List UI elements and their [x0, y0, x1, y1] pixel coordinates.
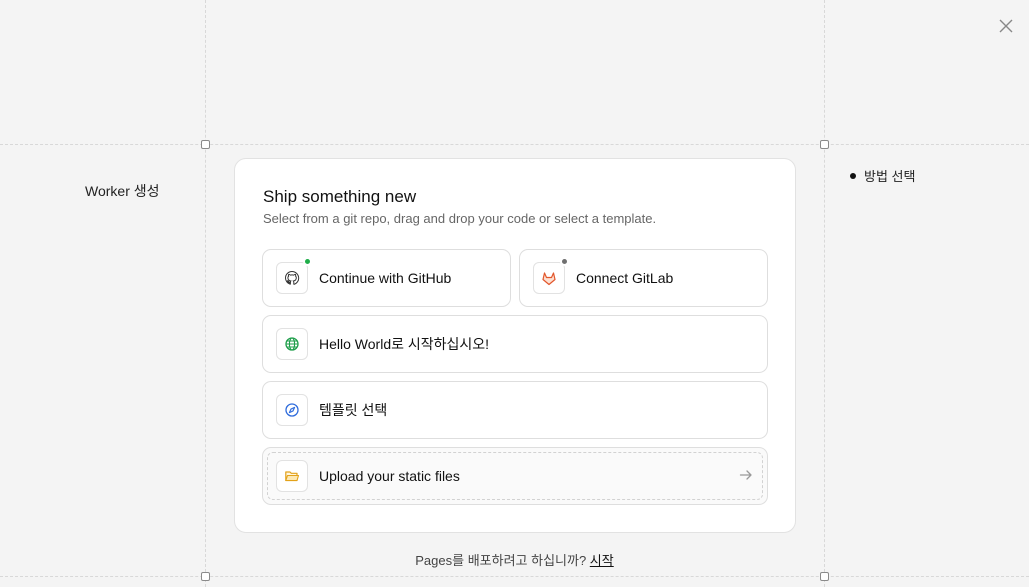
resize-handle-bottom-right[interactable] [820, 572, 829, 581]
close-icon [999, 19, 1013, 33]
hello-world-button[interactable]: Hello World로 시작하십시오! [262, 315, 768, 373]
github-icon [284, 270, 300, 285]
resize-handle-top-right[interactable] [820, 140, 829, 149]
globe-icon-box [276, 328, 308, 360]
folder-icon [285, 471, 300, 482]
step-item: 방법 선택 [850, 166, 915, 185]
select-template-button[interactable]: 템플릿 선택 [262, 381, 768, 439]
close-button[interactable] [996, 16, 1016, 36]
footer-text: Pages를 배포하려고 하십니까? [415, 553, 590, 568]
pages-start-link[interactable]: 시작 [590, 553, 614, 568]
arrow-right-icon [739, 470, 752, 480]
guide-line-left [205, 0, 206, 587]
hello-world-label: Hello World로 시작하십시오! [319, 336, 490, 352]
github-status-dot [303, 257, 312, 266]
page-title: Worker 생성 [85, 183, 160, 199]
upload-static-files-dropzone[interactable]: Upload your static files [262, 447, 768, 505]
resize-handle-top-left[interactable] [201, 140, 210, 149]
step-bullet [850, 172, 856, 179]
guide-line-top [0, 144, 1029, 145]
guide-line-right [824, 0, 825, 587]
gitlab-button-label: Connect GitLab [576, 270, 674, 286]
step-label: 방법 선택 [864, 169, 916, 184]
continue-with-github-button[interactable]: Continue with GitHub [262, 249, 511, 307]
create-card: Ship something new Select from a git rep… [234, 158, 796, 533]
compass-icon-box [276, 394, 308, 426]
github-icon-box [276, 257, 312, 294]
github-button-label: Continue with GitHub [319, 270, 452, 286]
gitlab-icon-box [533, 257, 569, 294]
guide-line-bottom [0, 576, 1029, 577]
upload-label: Upload your static files [319, 468, 460, 484]
select-template-label: 템플릿 선택 [319, 402, 388, 418]
connect-gitlab-button[interactable]: Connect GitLab [519, 249, 768, 307]
compass-icon [285, 403, 299, 417]
card-subtitle: Select from a git repo, drag and drop yo… [263, 211, 657, 226]
folder-icon-box [276, 460, 308, 492]
gitlab-icon [542, 272, 556, 286]
globe-icon [285, 337, 299, 351]
card-title: Ship something new [263, 187, 417, 206]
resize-handle-bottom-left[interactable] [201, 572, 210, 581]
step-list: 방법 선택 [850, 166, 915, 185]
footer: Pages를 배포하려고 하십니까? 시작 [0, 550, 1029, 569]
gitlab-status-dot [560, 257, 569, 266]
